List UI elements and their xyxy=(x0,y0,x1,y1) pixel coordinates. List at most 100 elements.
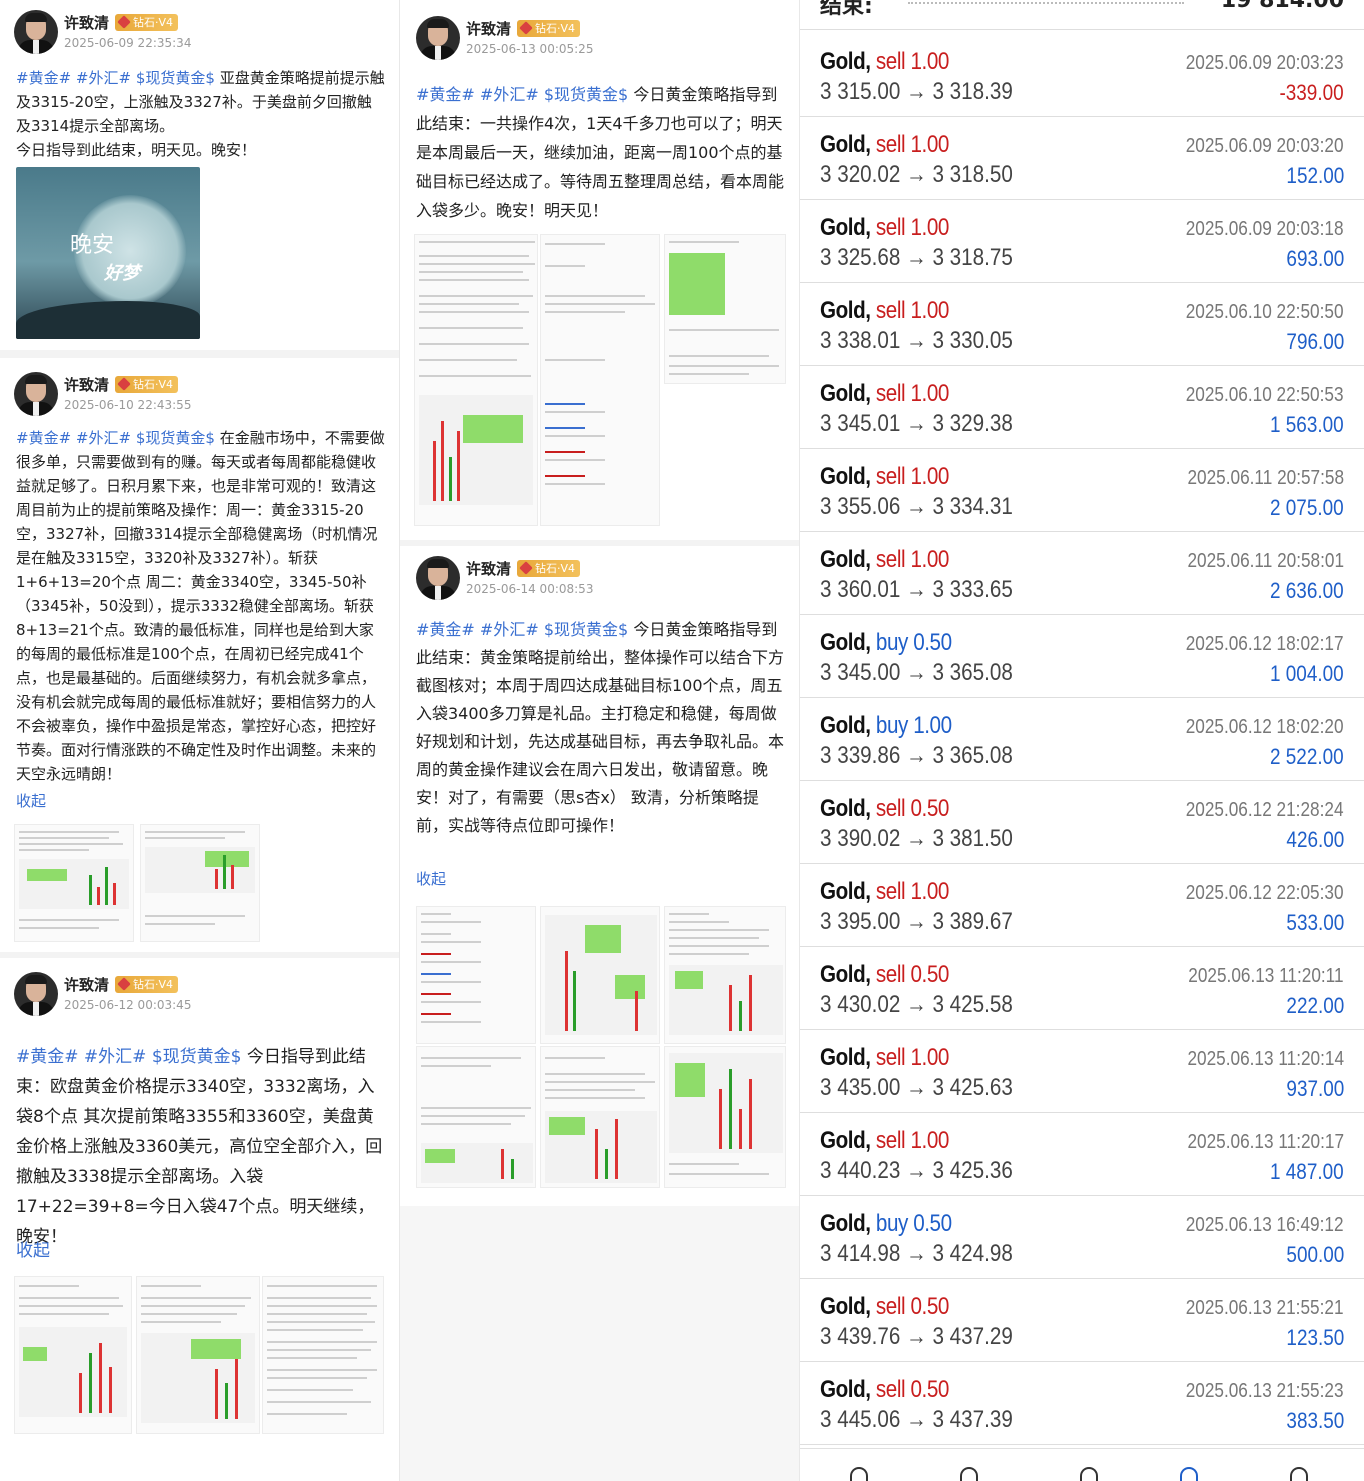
trade-lot: 0.50 xyxy=(910,1376,949,1403)
trade-lot: 1.00 xyxy=(910,297,949,324)
post-time: 2025-06-09 22:35:34 xyxy=(64,36,192,50)
trade-time: 2025.06.13 11:20:14 xyxy=(1187,1048,1344,1070)
hashtag[interactable]: #外汇# xyxy=(480,620,539,639)
screenshot-thumbnail[interactable] xyxy=(540,234,660,526)
trade-time: 2025.06.12 22:05:30 xyxy=(1186,882,1344,904)
hashtag[interactable]: $现货黄金$ xyxy=(136,69,215,87)
screenshot-thumbnail[interactable] xyxy=(14,824,134,942)
hashtag[interactable]: #黄金# xyxy=(16,429,71,447)
trade-time: 2025.06.13 11:20:17 xyxy=(1187,1131,1344,1153)
trade-prices: 3 445.06 → 3 437.39 xyxy=(820,1406,1013,1433)
collapse-link[interactable]: 收起 xyxy=(416,868,446,889)
author-name[interactable]: 许致清 xyxy=(64,974,109,995)
trade-row[interactable]: Gold, sell 1.00 3 320.02 → 3 318.50 2025.0… xyxy=(800,117,1364,200)
trade-time: 2025.06.10 22:50:50 xyxy=(1186,301,1344,323)
trade-row[interactable]: Gold, buy 1.00 3 339.86 → 3 365.08 2025.06… xyxy=(800,698,1364,781)
screenshot-thumbnail[interactable] xyxy=(14,1276,132,1434)
trade-lot: 1.00 xyxy=(913,712,952,739)
trade-profit: 383.50 xyxy=(1286,1408,1344,1433)
trade-symbol: Gold, sell 0.50 xyxy=(820,795,949,822)
trade-row[interactable]: Gold, buy 0.50 3 414.98 → 3 424.98 2025.06… xyxy=(800,1196,1364,1279)
collapse-link[interactable]: 收起 xyxy=(16,1236,50,1261)
screenshot-thumbnail[interactable] xyxy=(664,906,786,1044)
screenshot-thumbnail[interactable] xyxy=(540,906,660,1044)
trade-symbol: Gold, sell 0.50 xyxy=(820,1376,949,1403)
trade-time: 2025.06.13 21:55:21 xyxy=(1186,1297,1344,1319)
hashtag[interactable]: #黄金# xyxy=(416,620,475,639)
diamond-icon xyxy=(519,21,533,35)
trade-row[interactable]: Gold, sell 0.50 3 430.02 → 3 425.58 2025.0… xyxy=(800,947,1364,1030)
hashtag[interactable]: #黄金# xyxy=(16,69,71,87)
author-name[interactable]: 许致清 xyxy=(466,558,511,579)
diamond-icon xyxy=(117,15,131,29)
screenshot-thumbnail[interactable] xyxy=(140,824,260,942)
trade-prices: 3 338.01 → 3 330.05 xyxy=(820,327,1013,354)
screenshot-thumbnail[interactable] xyxy=(416,906,536,1044)
history-icon[interactable] xyxy=(1180,1467,1198,1481)
trade-row[interactable]: Gold, sell 1.00 3 338.01 → 3 330.05 2025.0… xyxy=(800,283,1364,366)
trade-lot: 1.00 xyxy=(910,48,949,75)
post-card[interactable]: 许致清 钻石·V4 2025-06-14 00:08:53 #黄金# #外汇# … xyxy=(400,546,800,1206)
hashtag[interactable]: #外汇# xyxy=(76,69,131,87)
avatar[interactable] xyxy=(416,16,460,60)
trade-row[interactable]: Gold, sell 1.00 3 360.01 → 3 333.65 2025.0… xyxy=(800,532,1364,615)
avatar[interactable] xyxy=(416,556,460,600)
trade-time: 2025.06.11 20:57:58 xyxy=(1187,467,1344,489)
trade-icon[interactable] xyxy=(1080,1467,1098,1481)
screenshot-thumbnail[interactable] xyxy=(416,1046,536,1188)
chart-icon[interactable] xyxy=(960,1467,978,1481)
screenshot-thumbnail[interactable] xyxy=(540,1046,660,1188)
trade-row[interactable]: Gold, sell 1.00 3 440.23 → 3 425.36 2025.0… xyxy=(800,1113,1364,1196)
screenshot-thumbnail[interactable] xyxy=(664,1046,786,1188)
trade-prices: 3 360.01 → 3 333.65 xyxy=(820,576,1013,603)
hashtag[interactable]: #外汇# xyxy=(76,429,131,447)
hashtag[interactable]: #黄金# xyxy=(416,85,475,104)
screenshot-thumbnail[interactable] xyxy=(664,234,786,384)
post-image[interactable]: 晚安 好梦 xyxy=(16,167,200,339)
collapse-link[interactable]: 收起 xyxy=(16,790,46,811)
trade-row[interactable]: Gold, sell 1.00 3 395.00 → 3 389.67 2025.0… xyxy=(800,864,1364,947)
trade-row[interactable]: Gold, sell 1.00 3 435.00 → 3 425.63 2025.0… xyxy=(800,1030,1364,1113)
hashtag[interactable]: $现货黄金$ xyxy=(544,620,628,639)
trade-row[interactable]: Gold, sell 0.50 3 445.06 → 3 437.39 2025.0… xyxy=(800,1362,1364,1445)
avatar[interactable] xyxy=(14,972,58,1016)
trade-lot: 0.50 xyxy=(910,795,949,822)
trade-row[interactable]: Gold, buy 0.50 3 345.00 → 3 365.08 2025.06… xyxy=(800,615,1364,698)
hashtag[interactable]: #黄金# xyxy=(16,1047,79,1067)
avatar[interactable] xyxy=(14,10,58,54)
trade-profit: 693.00 xyxy=(1286,246,1344,271)
screenshot-thumbnail[interactable] xyxy=(136,1276,260,1434)
hashtag[interactable]: #外汇# xyxy=(480,85,539,104)
trade-prices: 3 355.06 → 3 334.31 xyxy=(820,493,1013,520)
author-name[interactable]: 许致清 xyxy=(64,374,109,395)
hashtag[interactable]: $现货黄金$ xyxy=(152,1047,242,1067)
author-name[interactable]: 许致清 xyxy=(64,12,109,33)
avatar[interactable] xyxy=(14,372,58,416)
trade-row[interactable]: Gold, sell 1.00 3 345.01 → 3 329.38 2025.0… xyxy=(800,366,1364,449)
post-card[interactable]: 许致清 钻石·V4 2025-06-10 22:43:55 #黄金# #外汇# … xyxy=(0,362,400,952)
hashtag[interactable]: #外汇# xyxy=(84,1047,147,1067)
screenshot-thumbnail[interactable] xyxy=(414,234,538,526)
diamond-icon xyxy=(519,561,533,575)
post-card[interactable]: 许致清 钻石·V4 2025-06-13 00:05:25 #黄金# #外汇# … xyxy=(400,0,800,540)
post-card[interactable]: 许致清 钻石·V4 2025-06-12 00:03:45 #黄金# #外汇# … xyxy=(0,962,400,1481)
bottom-navigation xyxy=(800,1448,1364,1481)
trade-row[interactable]: Gold, sell 1.00 3 355.06 → 3 334.31 2025.0… xyxy=(800,449,1364,532)
trade-time: 2025.06.13 16:49:12 xyxy=(1186,1214,1344,1236)
messages-icon[interactable] xyxy=(1290,1467,1308,1481)
screenshot-thumbnail[interactable] xyxy=(262,1276,384,1434)
trade-row[interactable]: Gold, sell 0.50 3 390.02 → 3 381.50 2025.0… xyxy=(800,781,1364,864)
trade-row[interactable]: Gold, sell 0.50 3 439.76 → 3 437.29 2025.0… xyxy=(800,1279,1364,1362)
author-name[interactable]: 许致清 xyxy=(466,18,511,39)
trade-symbol: Gold, sell 1.00 xyxy=(820,1127,949,1154)
hashtag[interactable]: $现货黄金$ xyxy=(136,429,215,447)
trade-row[interactable]: Gold, sell 1.00 3 315.00 → 3 318.39 2025.0… xyxy=(800,34,1364,117)
hashtag[interactable]: $现货黄金$ xyxy=(544,85,628,104)
trade-row[interactable]: Gold, sell 1.00 3 325.68 → 3 318.75 2025.0… xyxy=(800,200,1364,283)
post-card[interactable]: 许致清 钻石·V4 2025-06-09 22:35:34 #黄金# #外汇# … xyxy=(0,0,400,350)
trade-direction: sell xyxy=(875,878,906,905)
trade-symbol: Gold, sell 1.00 xyxy=(820,48,949,75)
quotes-icon[interactable] xyxy=(850,1467,868,1481)
trade-profit: 222.00 xyxy=(1286,993,1344,1018)
summary-value: 19 814.00 xyxy=(1220,0,1344,13)
